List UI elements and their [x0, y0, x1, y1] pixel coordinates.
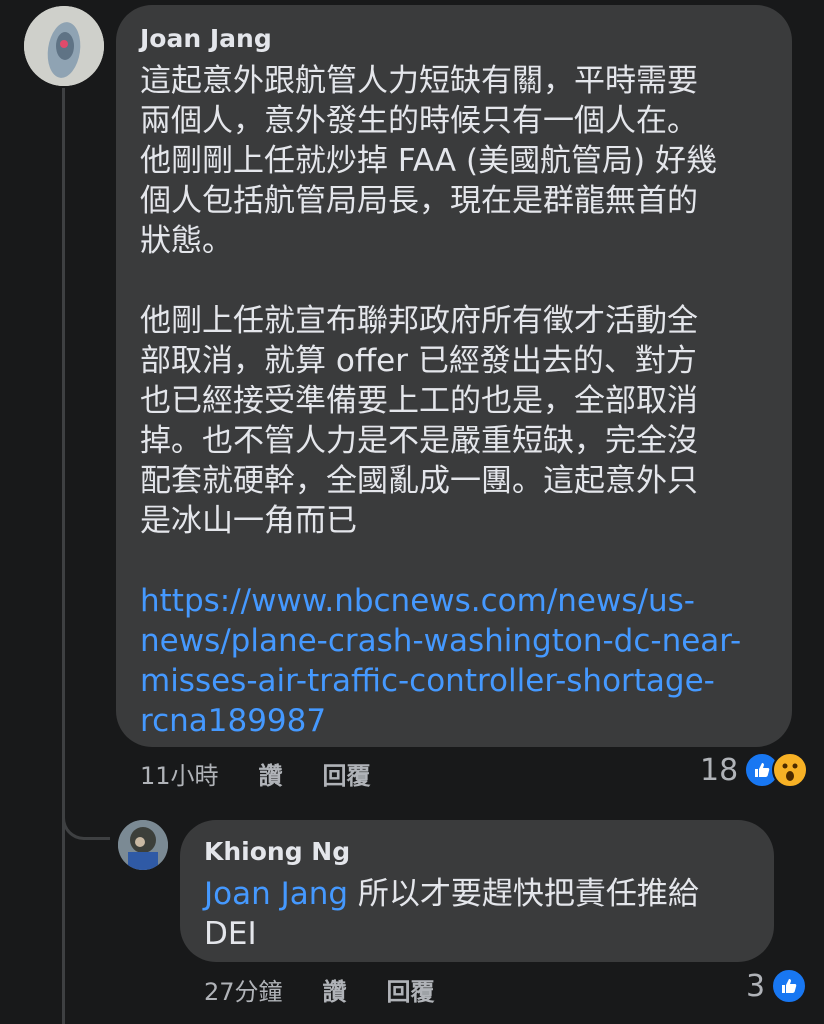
- like-icon: [771, 968, 808, 1004]
- reaction-summary[interactable]: 3: [746, 968, 808, 1004]
- reply-bubble: Khiong Ng Joan Jang 所以才要趕快把責任推給 DEI: [180, 820, 774, 962]
- comment-text: 這起意外跟航管人力短缺有關，平時需要 兩個人，意外發生的時候只有一個人在。 他剛…: [140, 61, 770, 741]
- avatar[interactable]: [24, 6, 104, 86]
- reply-button[interactable]: 回覆: [323, 756, 371, 791]
- avatar-image: [24, 6, 104, 86]
- comment-actions: 11小時 讚 回覆: [140, 756, 411, 791]
- comment-author[interactable]: Joan Jang: [140, 23, 792, 55]
- reply-timestamp[interactable]: 27分鐘: [204, 972, 283, 1007]
- reply-mention[interactable]: Joan Jang: [204, 876, 348, 912]
- avatar-image: [118, 820, 168, 870]
- like-button[interactable]: 讚: [259, 756, 283, 791]
- reply-author[interactable]: Khiong Ng: [204, 836, 774, 868]
- reaction-count: 18: [700, 752, 739, 788]
- comment-timestamp[interactable]: 11小時: [140, 756, 219, 791]
- reply-text: Joan Jang 所以才要趕快把責任推給 DEI: [204, 874, 824, 954]
- comment-paragraph-1: 這起意外跟航管人力短缺有關，平時需要 兩個人，意外發生的時候只有一個人在。 他剛…: [140, 63, 718, 259]
- thread-connector: [62, 790, 110, 840]
- comment-link[interactable]: https://www.nbcnews.com/news/us- news/pl…: [140, 583, 741, 739]
- reaction-summary[interactable]: 18: [700, 752, 809, 788]
- reply-button[interactable]: 回覆: [387, 972, 435, 1007]
- reply-actions: 27分鐘 讚 回覆: [204, 972, 475, 1007]
- wow-icon: [772, 752, 809, 788]
- avatar[interactable]: [118, 820, 168, 870]
- thread-line: [62, 88, 65, 1024]
- like-button[interactable]: 讚: [323, 972, 347, 1007]
- comment-paragraph-2: 他剛上任就宣布聯邦政府所有徵才活動全 部取消，就算 offer 已經發出去的、對…: [140, 303, 698, 539]
- reaction-count: 3: [746, 968, 766, 1004]
- comment-bubble: Joan Jang 這起意外跟航管人力短缺有關，平時需要 兩個人，意外發生的時候…: [116, 5, 792, 747]
